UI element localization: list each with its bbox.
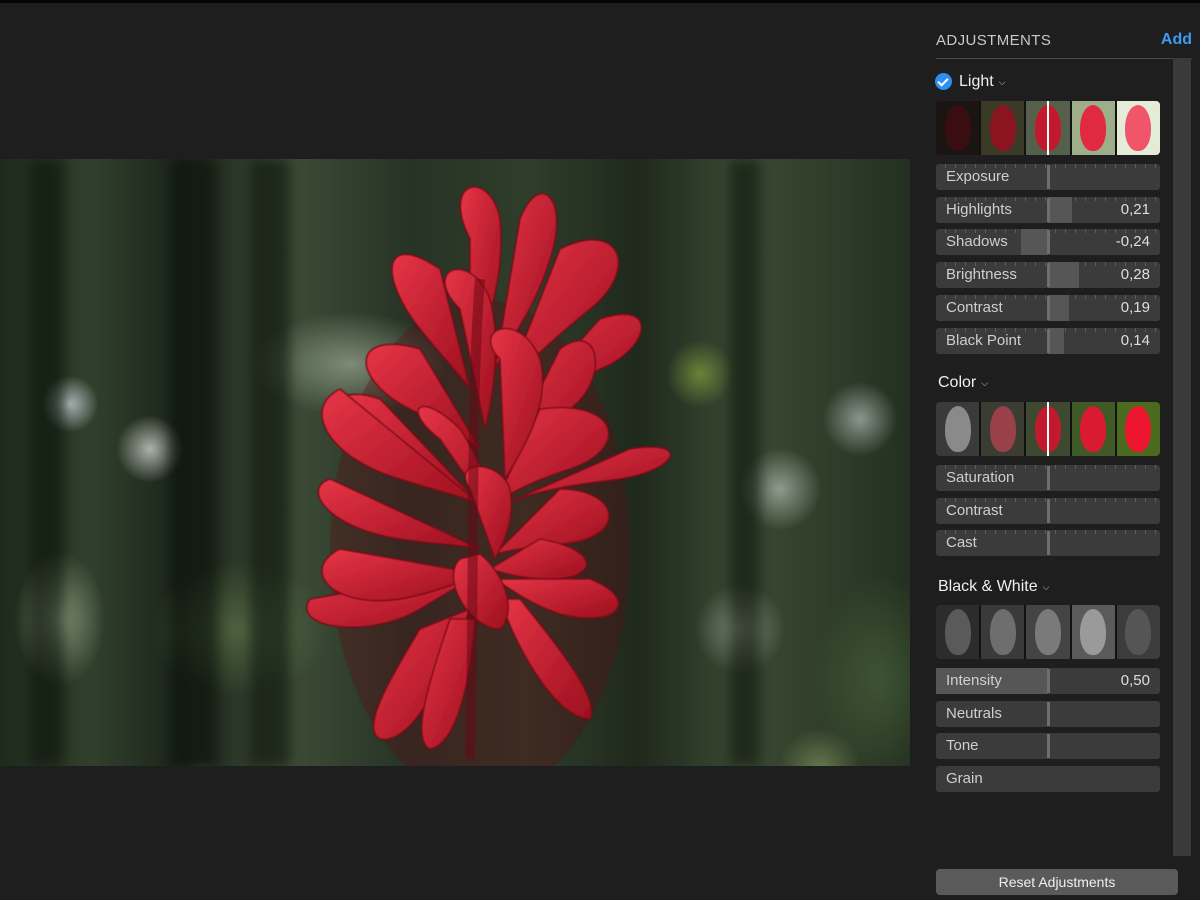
section-light-header[interactable]: Light ⌵ (959, 73, 1006, 91)
section-bw-header[interactable]: Black & White ⌵ (938, 578, 1049, 596)
slider-value: 0,28 (1120, 266, 1150, 283)
slider-brightness[interactable]: Brightness 0,28 (936, 262, 1160, 288)
section-bw-title: Black & White (938, 578, 1038, 595)
slider-fill (1048, 262, 1080, 288)
chevron-down-icon: ⌵ (998, 76, 1006, 87)
slider-label: Saturation (946, 469, 1015, 486)
color-preset-thumb[interactable] (936, 402, 980, 456)
slider-cast[interactable]: Cast (936, 530, 1160, 556)
slider-knob[interactable] (1047, 198, 1050, 222)
slider-knob[interactable] (1047, 230, 1050, 254)
slider-shadows[interactable]: Shadows -0,24 (936, 229, 1160, 255)
slider-value: -0,24 (1115, 233, 1150, 250)
slider-knob[interactable] (1047, 734, 1050, 758)
bw-preset-thumb[interactable] (1116, 605, 1160, 659)
bw-preset-thumb[interactable] (981, 605, 1025, 659)
slider-label: Exposure (946, 168, 1010, 185)
slider-knob[interactable] (1047, 499, 1050, 523)
slider-knob[interactable] (1047, 669, 1050, 693)
slider-value: 0,50 (1120, 672, 1150, 689)
slider-fill (1048, 295, 1070, 321)
reset-adjustments-button[interactable]: Reset Adjustments (936, 869, 1178, 895)
slider-black-point[interactable]: Black Point 0,14 (936, 328, 1160, 354)
panel-header: ADJUSTMENTS Add (936, 30, 1192, 59)
slider-knob[interactable] (1047, 531, 1050, 555)
slider-label: Black Point (946, 332, 1022, 349)
preset-position-marker[interactable] (1047, 101, 1049, 155)
chevron-down-icon: ⌵ (1042, 581, 1050, 592)
bw-preset-thumb[interactable] (1026, 605, 1070, 659)
slider-saturation[interactable]: Saturation (936, 465, 1160, 491)
preset-position-marker[interactable] (1047, 402, 1049, 456)
color-preset-thumb[interactable] (1071, 402, 1115, 456)
slider-knob[interactable] (1047, 466, 1050, 490)
color-preset-thumb[interactable] (981, 402, 1025, 456)
bw-preset-thumb[interactable] (1071, 605, 1115, 659)
section-light-title: Light (959, 73, 994, 90)
slider-label: Highlights (946, 201, 1012, 218)
panel-title: ADJUSTMENTS (936, 32, 1052, 49)
slider-label: Contrast (946, 502, 1003, 519)
adjustments-panel: ADJUSTMENTS Add Light ⌵ Exposure Highligh… (920, 0, 1200, 900)
light-preset-thumb[interactable] (936, 101, 980, 155)
slider-label: Cast (946, 534, 977, 551)
checkmark-icon[interactable] (935, 73, 952, 90)
color-presets-strip[interactable] (936, 402, 1160, 456)
slider-value: 0,14 (1120, 332, 1150, 349)
slider-label: Neutrals (946, 705, 1002, 722)
slider-value: 0,19 (1120, 299, 1150, 316)
slider-knob[interactable] (1047, 165, 1050, 189)
section-color-header[interactable]: Color ⌵ (938, 374, 988, 392)
slider-label: Tone (946, 737, 979, 754)
slider-knob[interactable] (1047, 329, 1050, 353)
slider-label: Intensity (946, 672, 1002, 689)
slider-value: 0,21 (1120, 201, 1150, 218)
slider-contrast[interactable]: Contrast 0,19 (936, 295, 1160, 321)
add-button[interactable]: Add (1161, 31, 1192, 49)
bw-preset-thumb[interactable] (936, 605, 980, 659)
bw-presets-strip[interactable] (936, 605, 1160, 659)
slider-fill (1048, 328, 1064, 354)
slider-fill (1021, 229, 1048, 255)
section-color-title: Color (938, 374, 977, 391)
slider-knob[interactable] (1047, 702, 1050, 726)
slider-tone[interactable]: Tone (936, 733, 1160, 759)
red-ginger-flower (306, 186, 672, 766)
chevron-down-icon: ⌵ (981, 377, 989, 388)
slider-knob[interactable] (1047, 263, 1050, 287)
light-preset-thumb[interactable] (1116, 101, 1160, 155)
light-preset-thumb[interactable] (981, 101, 1025, 155)
panel-scrollbar[interactable] (1173, 58, 1191, 856)
slider-neutrals[interactable]: Neutrals (936, 701, 1160, 727)
slider-label: Shadows (946, 233, 1008, 250)
slider-grain[interactable]: Grain (936, 766, 1160, 792)
slider-intensity[interactable]: Intensity 0,50 (936, 668, 1160, 694)
slider-label: Grain (946, 770, 983, 787)
photo-canvas[interactable] (0, 159, 910, 766)
slider-knob[interactable] (1047, 296, 1050, 320)
slider-label: Brightness (946, 266, 1017, 283)
slider-highlights[interactable]: Highlights 0,21 (936, 197, 1160, 223)
color-preset-thumb[interactable] (1116, 402, 1160, 456)
slider-label: Contrast (946, 299, 1003, 316)
light-preset-thumb[interactable] (1071, 101, 1115, 155)
slider-contrast[interactable]: Contrast (936, 498, 1160, 524)
slider-exposure[interactable]: Exposure (936, 164, 1160, 190)
light-presets-strip[interactable] (936, 101, 1160, 155)
slider-fill (1048, 197, 1072, 223)
